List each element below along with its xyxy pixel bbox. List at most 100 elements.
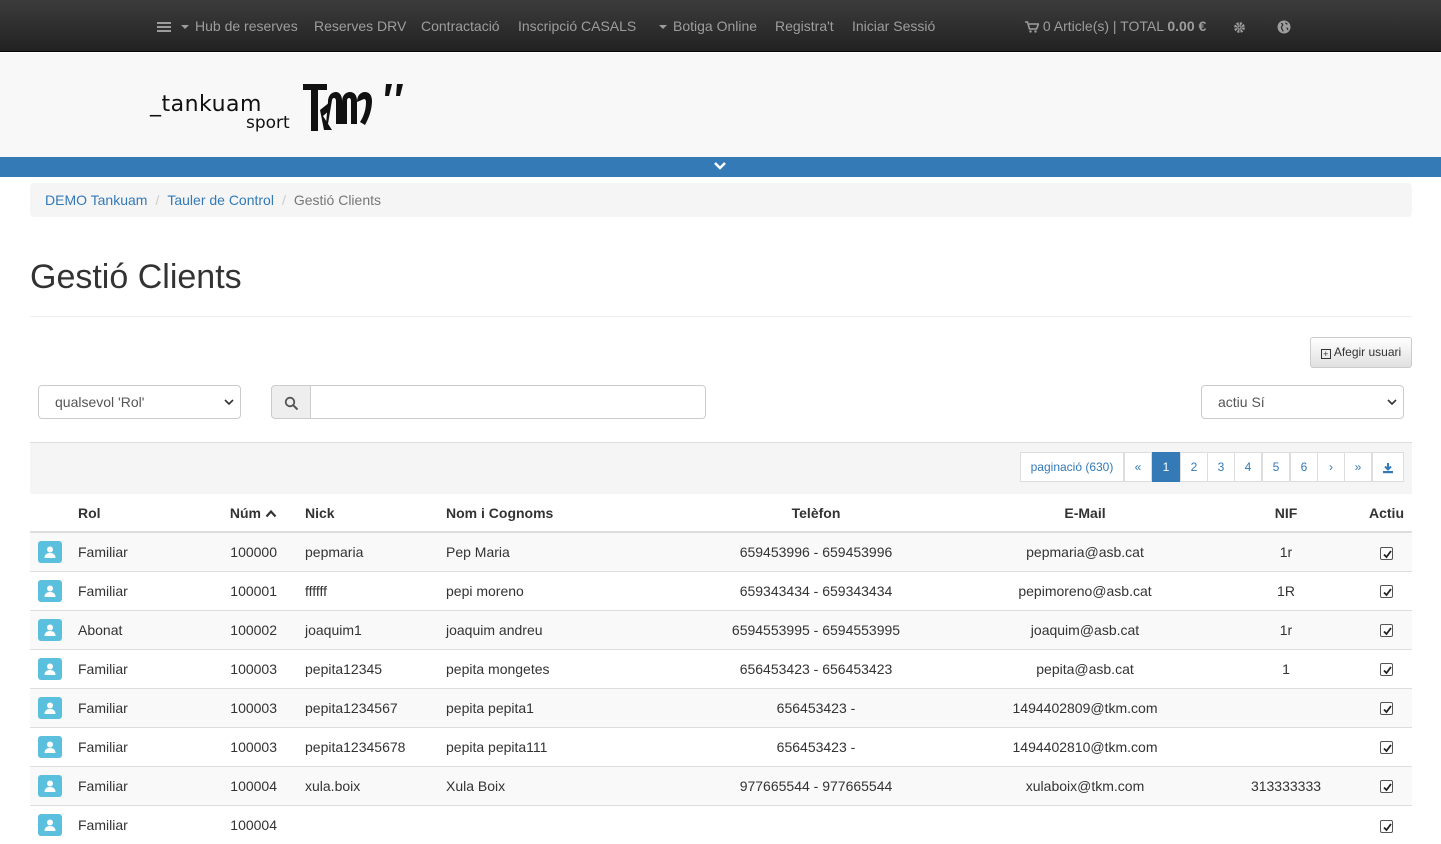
pagination-size-button[interactable]: paginació (630) [1020, 452, 1124, 482]
table-row: Familiar 100004 [30, 804, 1412, 844]
cell-nick: pepita12345678 [277, 726, 446, 766]
active-checkbox[interactable] [1380, 624, 1393, 638]
table-row: Familiar 100000 pepmaria Pep Maria 659453996… [30, 531, 1412, 571]
page-last[interactable]: » [1344, 452, 1372, 482]
col-telefon[interactable]: Telèfon [673, 494, 959, 533]
site-header: _tankuam sport [0, 53, 1441, 157]
user-profile-button[interactable] [38, 813, 62, 836]
active-checkbox[interactable] [1380, 546, 1393, 560]
breadcrumb: DEMO Tankuam / Tauler de Control / Gestió Cl… [30, 183, 1412, 217]
active-checkbox[interactable] [1380, 663, 1393, 677]
cell-num: 100004 [196, 804, 277, 844]
user-profile-button[interactable] [38, 579, 62, 602]
cell-nick [277, 804, 446, 844]
role-select[interactable]: qualsevol 'Rol' [38, 385, 241, 419]
check-icon [1383, 666, 1392, 675]
select-arrow-icon [1387, 399, 1397, 406]
cell-nick: ffffff [277, 570, 446, 610]
active-checkbox[interactable] [1380, 819, 1393, 833]
cell-rol: Familiar [78, 804, 196, 844]
user-profile-button[interactable] [38, 540, 62, 563]
cell-num: 100002 [196, 609, 277, 649]
cell-num: 100003 [196, 687, 277, 727]
cell-nom: pepi moreno [446, 570, 673, 610]
clients-table: Rol Núm Nick Nom i Cognoms Telèfon E-Mai… [30, 494, 1412, 844]
search-icon[interactable] [271, 385, 311, 419]
cart-summary[interactable]: 0 Article(s) | TOTAL 0.00 € [1025, 0, 1206, 52]
user-icon [44, 546, 56, 558]
nav-hub-reserves[interactable]: Hub de reserves [181, 0, 298, 52]
cell-nick: joaquim1 [277, 609, 446, 649]
col-email[interactable]: E-Mail [959, 494, 1211, 533]
user-profile-button[interactable] [38, 774, 62, 797]
col-actiu[interactable]: Actiu [1361, 494, 1412, 533]
top-navbar: Hub de reserves Reserves DRV Contractaci… [0, 0, 1441, 52]
add-user-button[interactable]: + Afegir usuari [1310, 337, 1412, 368]
active-checkbox[interactable] [1380, 702, 1393, 716]
gear-icon[interactable] [1233, 0, 1246, 52]
cell-telefon: 977665544 - 977665544 [673, 765, 959, 805]
active-select[interactable]: actiu Sí [1201, 385, 1404, 419]
cell-num: 100000 [196, 531, 277, 571]
breadcrumb-tauler-control[interactable]: Tauler de Control [167, 192, 274, 208]
menu-toggle-icon[interactable] [157, 0, 171, 52]
col-nom[interactable]: Nom i Cognoms [446, 494, 673, 533]
nav-reserves-drv[interactable]: Reserves DRV [314, 0, 406, 52]
col-nif[interactable]: NIF [1211, 494, 1361, 533]
tkm-logo-mark [303, 84, 403, 131]
user-icon [44, 663, 56, 675]
active-checkbox[interactable] [1380, 741, 1393, 755]
check-icon [1383, 588, 1392, 597]
table-row: Familiar 100003 pepita12345678 pepita pepit… [30, 726, 1412, 766]
breadcrumb-demo-tankuam[interactable]: DEMO Tankuam [45, 192, 147, 208]
download-icon[interactable] [1372, 452, 1404, 482]
nav-inscripcio-casals[interactable]: Inscripció CASALS [518, 0, 636, 52]
nav-botiga-online[interactable]: Botiga Online [659, 0, 757, 52]
page-3[interactable]: 3 [1207, 452, 1235, 482]
cell-rol: Familiar [78, 570, 196, 610]
cell-num: 100003 [196, 648, 277, 688]
page-next[interactable]: › [1317, 452, 1345, 482]
cell-nif [1211, 687, 1361, 727]
globe-icon[interactable] [1277, 0, 1291, 52]
col-num[interactable]: Núm [196, 494, 277, 533]
cell-email [959, 804, 1211, 844]
cell-nif: 1 [1211, 648, 1361, 688]
page-5[interactable]: 5 [1262, 452, 1290, 482]
nav-registrat[interactable]: Registra't [775, 0, 834, 52]
cell-telefon: 656453423 - 656453423 [673, 648, 959, 688]
cell-nif [1211, 726, 1361, 766]
active-checkbox[interactable] [1380, 585, 1393, 599]
user-profile-button[interactable] [38, 618, 62, 641]
page-4[interactable]: 4 [1234, 452, 1262, 482]
search-input[interactable] [310, 385, 706, 419]
user-profile-button[interactable] [38, 735, 62, 758]
cell-nif [1211, 804, 1361, 844]
user-profile-button[interactable] [38, 657, 62, 680]
page-title: Gestió Clients [30, 258, 242, 296]
cell-nick: xula.boix [277, 765, 446, 805]
cell-rol: Familiar [78, 648, 196, 688]
col-rol[interactable]: Rol [78, 494, 196, 533]
nav-contractacio[interactable]: Contractació [421, 0, 500, 52]
cell-nom [446, 804, 673, 844]
cell-nom: Pep Maria [446, 531, 673, 571]
cell-rol: Familiar [78, 765, 196, 805]
user-profile-button[interactable] [38, 696, 62, 719]
col-nick[interactable]: Nick [277, 494, 446, 533]
collapse-bar[interactable] [0, 157, 1441, 177]
user-icon [44, 780, 56, 792]
page-2[interactable]: 2 [1180, 452, 1208, 482]
cart-icon [1025, 21, 1040, 33]
page-6[interactable]: 6 [1290, 452, 1318, 482]
check-icon [1383, 705, 1392, 714]
check-icon [1383, 823, 1392, 831]
tankuam-logo[interactable]: _tankuam sport [150, 80, 415, 136]
active-checkbox[interactable] [1380, 780, 1393, 794]
page-first[interactable]: « [1124, 452, 1152, 482]
cell-nick: pepita1234567 [277, 687, 446, 727]
nav-iniciar-sessio[interactable]: Iniciar Sessió [852, 0, 935, 52]
cell-nom: pepita mongetes [446, 648, 673, 688]
cell-nick: pepita12345 [277, 648, 446, 688]
page-1[interactable]: 1 [1152, 452, 1180, 482]
